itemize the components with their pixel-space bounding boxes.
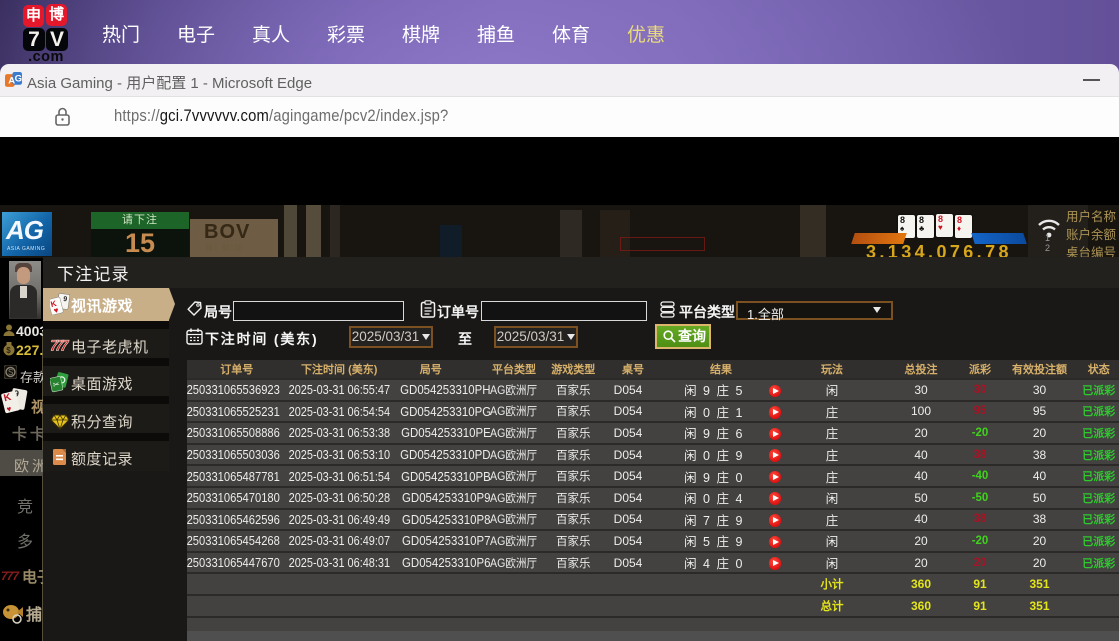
svg-text:G: G [15,74,22,85]
svg-text:$: $ [6,346,11,355]
svg-text:777: 777 [48,337,70,354]
svg-text:S: S [8,368,13,377]
